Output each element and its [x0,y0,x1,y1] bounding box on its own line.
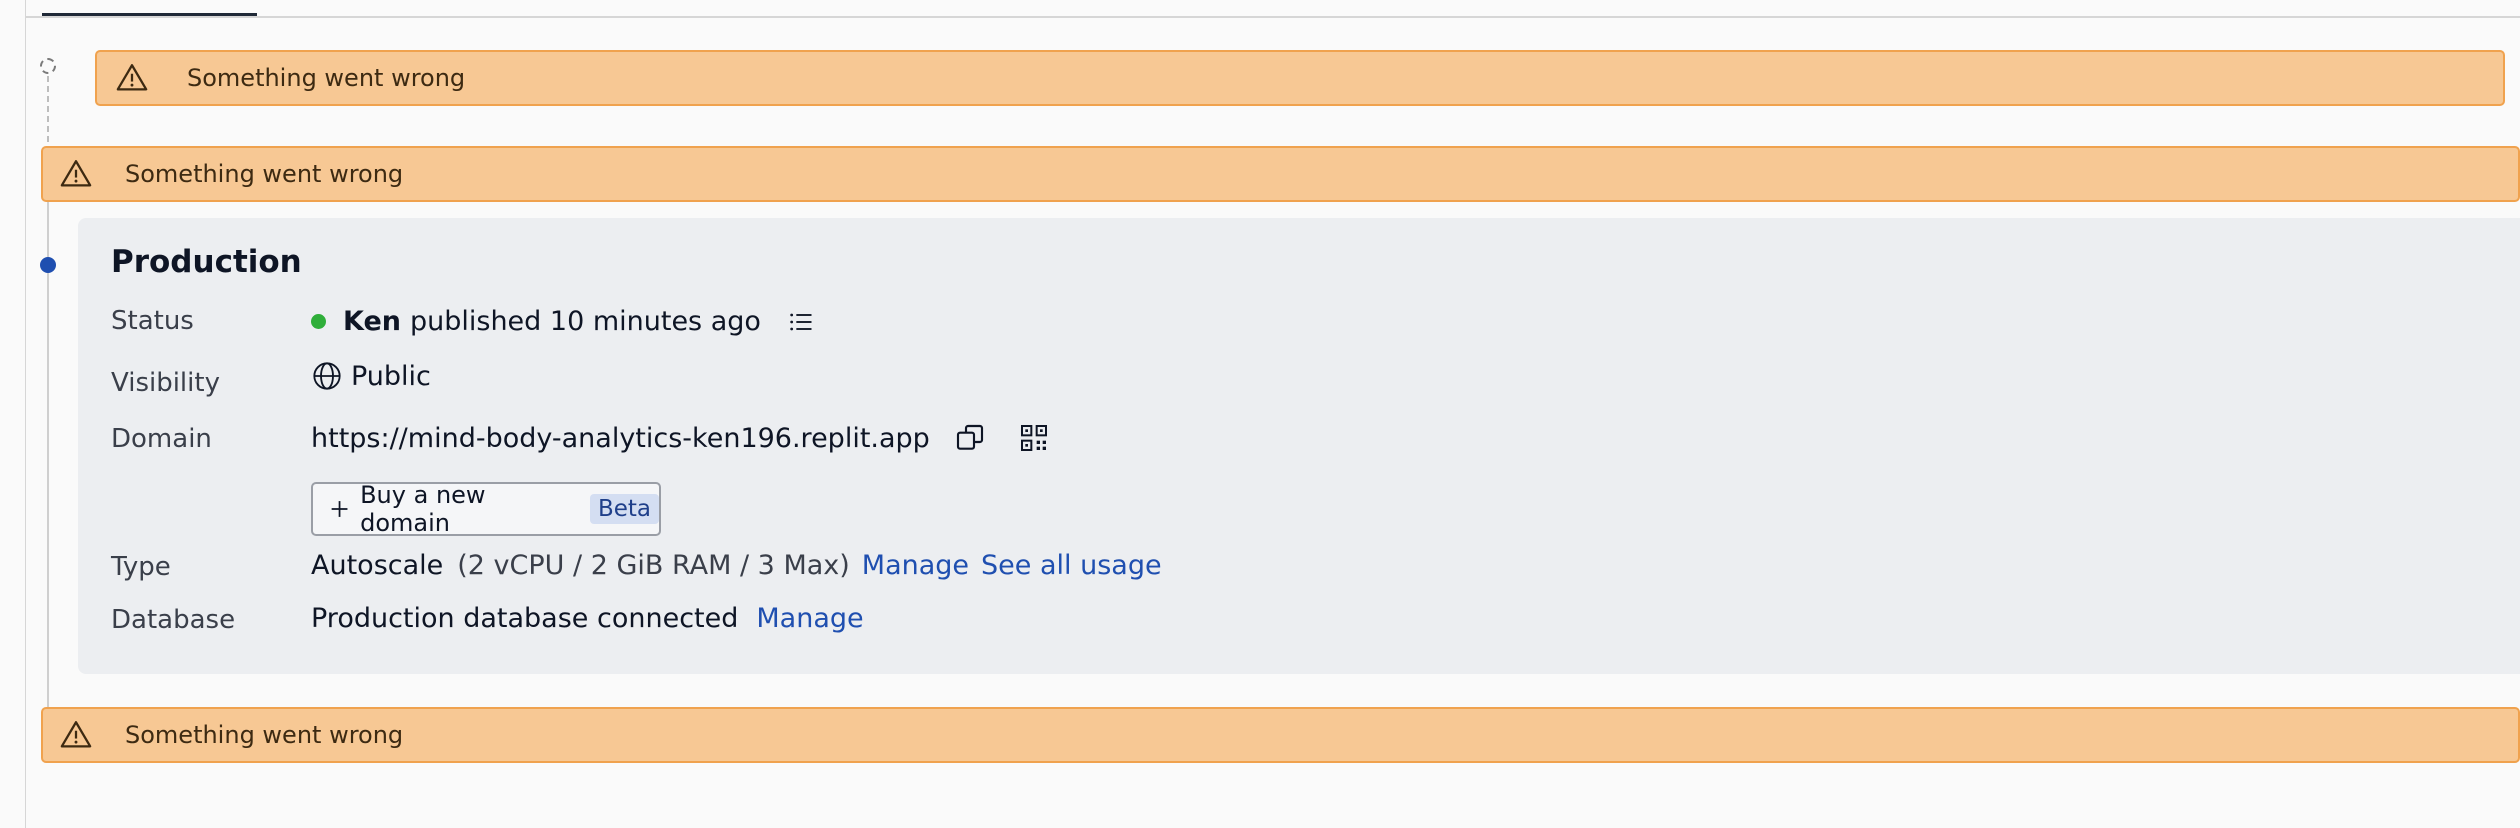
type-manage-link[interactable]: Manage [862,550,969,581]
timeline-line [47,200,49,712]
globe-icon [313,362,341,390]
status-value: Ken published 10 minutes ago [311,306,815,337]
status-label: Status [111,306,194,336]
status-text: published 10 minutes ago [409,306,761,337]
visibility-label: Visibility [111,368,220,398]
left-border [25,0,26,828]
buy-domain-label: Buy a new domain [360,481,486,537]
domain-label: Domain [111,424,212,454]
active-tab-indicator [42,13,257,16]
qr-code-icon[interactable] [1018,422,1050,454]
card-title: Production [111,244,302,280]
warning-icon [60,160,92,187]
alert-message: Something went wrong [187,64,466,92]
plus-icon [331,501,348,517]
warning-icon [60,721,92,748]
status-indicator-dot [311,314,326,329]
copy-icon[interactable] [954,422,986,454]
visibility-value: Public [311,360,431,392]
database-label: Database [111,605,236,635]
publisher-name: Ken [343,306,401,337]
alert-message: Something went wrong [125,721,404,749]
error-alert: Something went wrong [95,50,2505,106]
type-text: Autoscale [311,550,444,581]
domain-value: https://mind-body-analytics-ken196.repli… [311,422,1050,454]
visibility-text: Public [351,360,431,392]
type-label: Type [111,552,171,582]
buy-domain-button[interactable]: Buy a new domain Beta [311,481,661,537]
database-value: Production database connected Manage [311,603,864,634]
domain-url[interactable]: https://mind-body-analytics-ken196.repli… [311,423,930,454]
alert-message: Something went wrong [125,160,404,188]
production-card: Production Status Ken published 10 minut… [78,218,2520,674]
tab-bar-divider [25,16,2520,18]
timeline-pending-dot [40,58,56,74]
database-manage-link[interactable]: Manage [756,603,863,634]
error-alert: Something went wrong [41,707,2520,763]
see-usage-link[interactable]: See all usage [981,550,1162,581]
database-text: Production database connected [311,603,739,634]
type-value: Autoscale (2 vCPU / 2 GiB RAM / 3 Max) M… [311,550,1162,581]
warning-icon [116,64,148,91]
list-icon[interactable] [787,308,815,336]
timeline-active-dot [40,257,56,273]
timeline-dashed-line [47,76,49,152]
type-spec: (2 vCPU / 2 GiB RAM / 3 Max) [457,550,850,581]
error-alert: Something went wrong [41,146,2520,202]
beta-badge: Beta [589,494,659,524]
